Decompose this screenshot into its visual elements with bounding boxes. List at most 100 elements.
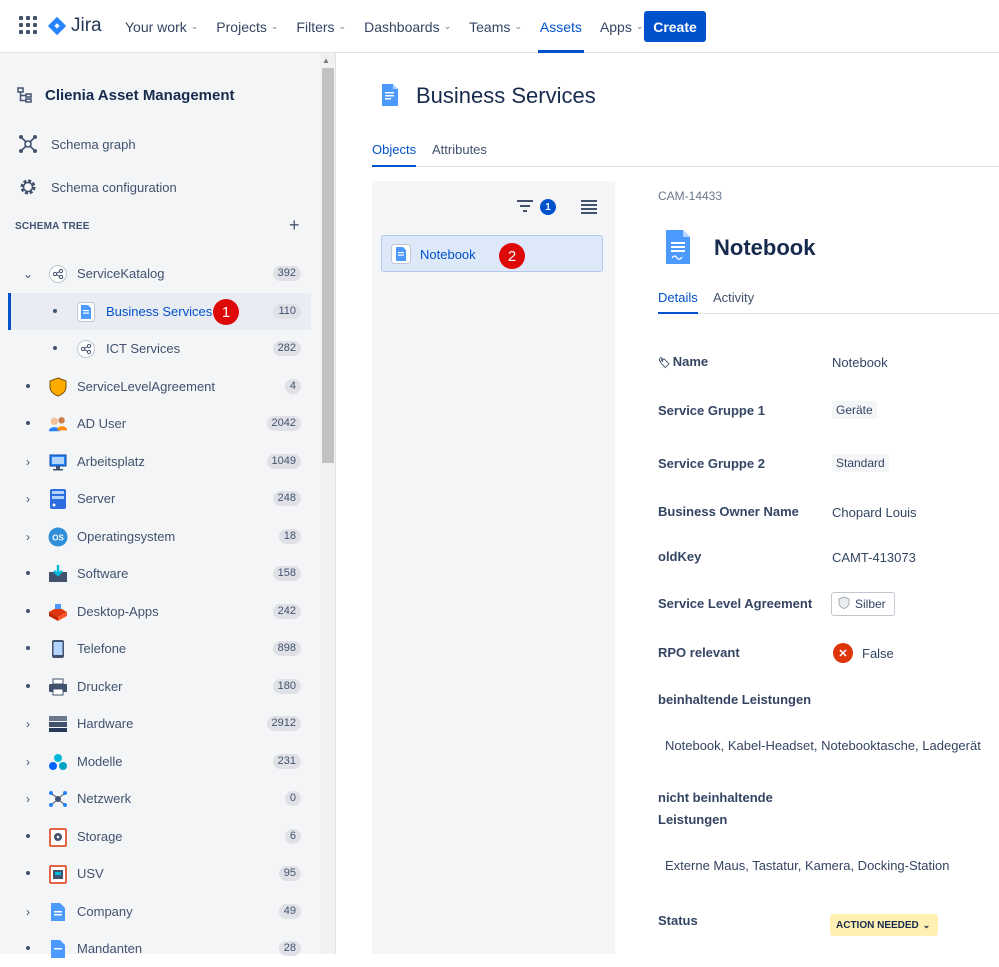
tab-details[interactable]: Details: [658, 290, 698, 314]
nav-teams[interactable]: Teams ⌄: [469, 0, 522, 53]
nav-label: Dashboards: [364, 18, 440, 35]
tab-objects[interactable]: Objects: [372, 142, 417, 167]
tree-item-storage[interactable]: Storage 6: [8, 818, 311, 855]
schema-graph-link[interactable]: Schema graph: [18, 134, 136, 154]
attr-sla-value[interactable]: Silber: [831, 592, 895, 616]
nav-label: Assets: [539, 18, 582, 35]
tree-item-modelle[interactable]: › Modelle 231: [8, 743, 311, 780]
attr-oldkey-label: oldKey: [658, 549, 702, 564]
bullet-icon: [26, 384, 30, 388]
bullet-icon: [26, 609, 30, 613]
jira-logo[interactable]: Jira: [47, 14, 102, 38]
create-button[interactable]: Create: [644, 11, 706, 42]
chevron-right-icon[interactable]: ›: [21, 530, 35, 544]
attr-gruppe2-value[interactable]: Standard: [832, 454, 889, 472]
tree-item-server[interactable]: › Server 248: [8, 480, 311, 517]
schema-configuration-link[interactable]: Schema configuration: [18, 177, 177, 197]
sidebar-scroll-thumb[interactable]: [322, 68, 334, 463]
tree-item-arbeitsplatz[interactable]: › Arbeitsplatz 1049: [8, 443, 311, 480]
chevron-right-icon[interactable]: ›: [21, 717, 35, 731]
tree-item-label: Modelle: [77, 754, 123, 769]
list-view-icon[interactable]: [580, 199, 598, 220]
tag-icon: 🏷: [658, 358, 671, 369]
tree-item-operatingsystem[interactable]: › OS Operatingsystem 18: [8, 518, 311, 555]
nav-apps[interactable]: Apps ⌄: [600, 0, 643, 53]
chevron-down-icon: ⌄: [635, 21, 644, 31]
nav-dashboards[interactable]: Dashboards ⌄: [364, 0, 451, 53]
tree-item-netzwerk[interactable]: › Netzwerk 0: [8, 780, 311, 817]
tree-item-label: Operatingsystem: [77, 529, 176, 544]
chevron-right-icon[interactable]: ›: [21, 455, 35, 469]
tree-item-software[interactable]: Software 158: [8, 555, 311, 592]
tree-item-servicekatalog[interactable]: ⌄ ServiceKatalog 392: [8, 255, 311, 292]
annotation-marker-1: 1: [213, 299, 239, 325]
chevron-right-icon[interactable]: ›: [21, 792, 35, 806]
printer-icon: [48, 677, 68, 697]
tree-item-hardware[interactable]: › Hardware 2912: [8, 705, 311, 742]
nav-label: Filters: [296, 18, 335, 35]
bullet-icon: [26, 684, 30, 688]
tree-item-count: 49: [278, 904, 301, 919]
tree-item-count: 95: [278, 866, 301, 881]
tree-item-company[interactable]: › Company 49: [8, 893, 311, 930]
nav-filters[interactable]: Filters ⌄: [296, 0, 346, 53]
storage-icon: [48, 827, 68, 847]
tree-item-servicelevelagreement[interactable]: ServiceLevelAgreement 4: [8, 368, 311, 405]
tree-item-count: 282: [272, 341, 301, 356]
status-badge-text: ACTION NEEDED: [836, 919, 919, 931]
bullet-icon: [26, 571, 30, 575]
shield-icon: [838, 596, 850, 612]
tab-attributes[interactable]: Attributes: [432, 142, 487, 165]
object-card-notebook[interactable]: Notebook: [381, 235, 603, 272]
attr-gruppe1-value[interactable]: Geräte: [832, 401, 877, 419]
tree-item-count: 898: [272, 641, 301, 656]
object-type-tabs: Objects Attributes: [372, 142, 999, 167]
chevron-down-icon[interactable]: ⌄: [21, 267, 35, 281]
nav-label: Apps: [599, 18, 632, 35]
tree-item-desktop-apps[interactable]: Desktop-Apps 242: [8, 593, 311, 630]
tree-item-ict-services[interactable]: ICT Services 282: [8, 330, 311, 367]
chevron-right-icon[interactable]: ›: [21, 755, 35, 769]
tree-item-count: 180: [272, 679, 301, 694]
server-icon: [48, 488, 68, 509]
nav-your-work[interactable]: Your work ⌄: [125, 0, 198, 53]
tree-item-telefone[interactable]: Telefone 898: [8, 630, 311, 667]
scroll-up-arrow-icon[interactable]: ▲: [322, 56, 330, 65]
tab-activity[interactable]: Activity: [713, 290, 754, 312]
tree-item-count: 18: [278, 529, 301, 544]
status-badge[interactable]: ACTION NEEDED ⌄: [830, 914, 939, 936]
close-circle-icon: ✕: [833, 643, 853, 663]
attr-gruppe1-label: Service Gruppe 1: [658, 403, 765, 418]
tree-item-label: Hardware: [77, 716, 134, 731]
gear-icon: [18, 177, 38, 197]
tree-item-business-services[interactable]: Business Services 110: [8, 293, 311, 330]
tree-item-mandanten[interactable]: Mandanten 28: [8, 930, 311, 967]
models-icon: [48, 752, 68, 772]
nav-label: Projects: [216, 18, 267, 35]
project-title[interactable]: Clienia Asset Management: [16, 86, 235, 104]
desktop-apps-icon: [48, 602, 68, 622]
tree-item-count: 392: [272, 266, 301, 281]
tree-item-usv[interactable]: USV 95: [8, 855, 311, 892]
chevron-right-icon[interactable]: ›: [21, 905, 35, 919]
chevron-down-icon: ⌄: [270, 21, 279, 31]
tree-item-drucker[interactable]: Drucker 180: [8, 668, 311, 705]
tree-item-count: 1049: [266, 454, 301, 469]
app-switcher-icon[interactable]: [19, 16, 37, 34]
document-icon: [380, 83, 400, 112]
tree-item-ad-user[interactable]: AD User 2042: [8, 405, 311, 442]
object-list-panel: [372, 181, 615, 954]
nav-assets[interactable]: Assets: [537, 0, 584, 53]
chevron-right-icon[interactable]: ›: [21, 492, 35, 506]
add-object-type-icon[interactable]: +: [289, 215, 300, 236]
nav-projects[interactable]: Projects ⌄: [216, 0, 278, 53]
project-title-text: Clienia Asset Management: [45, 86, 235, 104]
mandanten-icon: [48, 939, 68, 959]
object-key: CAM-14433: [658, 189, 723, 203]
document-icon: [76, 301, 96, 322]
chevron-down-icon: ⌄: [922, 919, 931, 930]
share-icon: [76, 339, 96, 359]
schema-tree-heading: SCHEMA TREE: [15, 221, 90, 232]
attr-sla-value-text: Silber: [855, 597, 886, 611]
filter-icon[interactable]: [516, 198, 534, 219]
